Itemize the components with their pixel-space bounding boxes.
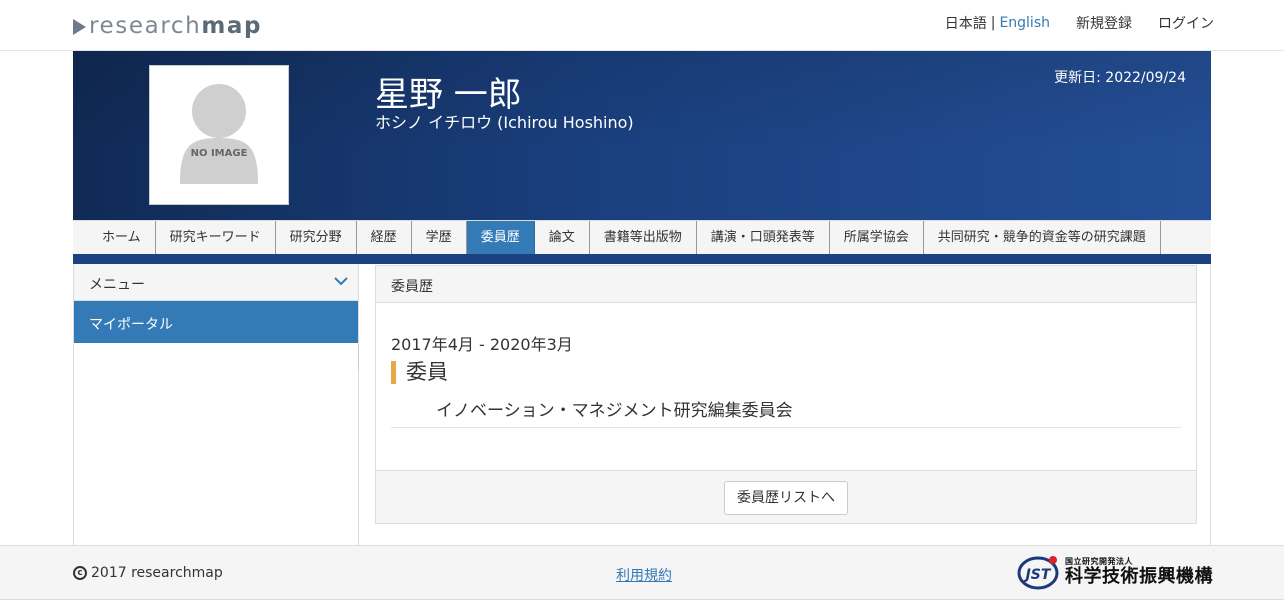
tab-item[interactable]: 論文 [534, 221, 590, 254]
entry-organization: イノベーション・マネジメント研究編集委員会 [436, 401, 793, 421]
tab-item[interactable]: 所属学協会 [829, 221, 924, 254]
tab-underline [73, 254, 1211, 264]
logo-text: research [89, 13, 202, 39]
avatar-placeholder-text: NO IMAGE [191, 148, 248, 159]
logo-play-icon [73, 19, 86, 35]
jst-title: 科学技術振興機構 [1065, 566, 1213, 587]
profile-header: NO IMAGE 星野 一郎 ホシノ イチロウ (Ichirou Hoshino… [73, 51, 1211, 220]
jst-mark-text: JST [1023, 567, 1052, 583]
copyright-icon: c [73, 566, 87, 580]
sidebar: メニュー マイポータル [74, 264, 359, 546]
tab-item[interactable]: 研究キーワード [155, 221, 276, 254]
avatar-placeholder-icon: NO IMAGE [180, 84, 258, 184]
tab-item[interactable]: 書籍等出版物 [589, 221, 697, 254]
tab-bar: ホーム 研究キーワード 研究分野 経歴 学歴 委員歴 論文 書籍等出版物 講演・口頭発表等 所属学… [73, 220, 1211, 254]
menu-toggle[interactable]: メニュー [74, 264, 358, 301]
tab-item[interactable]: 講演・口頭発表等 [696, 221, 830, 254]
copyright-text: 2017 researchmap [91, 565, 223, 581]
avatar: NO IMAGE [149, 65, 289, 205]
chevron-down-icon [334, 277, 348, 286]
lang-en-link[interactable]: English [999, 15, 1050, 31]
terms-link[interactable]: 利用規約 [616, 565, 672, 585]
panel-footer: 委員歴リストへ [376, 470, 1196, 523]
top-links: 日本語 | English 新規登録 ログイン [945, 13, 1214, 33]
panel-title: 委員歴 [391, 279, 433, 295]
lang-separator: | [990, 15, 996, 31]
entry-divider [391, 427, 1181, 428]
tab-item[interactable]: 学歴 [411, 221, 467, 254]
entry-period: 2017年4月 - 2020年3月 [391, 335, 573, 354]
tab-item[interactable]: 共同研究・競争的資金等の研究課題 [923, 221, 1161, 254]
register-link[interactable]: 新規登録 [1076, 13, 1132, 33]
sidebar-item-myportal[interactable]: マイポータル [74, 301, 358, 343]
entry-role: 委員 [391, 361, 448, 384]
lang-ja-link[interactable]: 日本語 [945, 13, 987, 33]
tab-item[interactable]: 委員歴 [466, 221, 535, 254]
tab-item[interactable]: 経歴 [356, 221, 412, 254]
top-bar: researchmap 日本語 | English 新規登録 ログイン [0, 0, 1284, 51]
main-frame: メニュー マイポータル 委員歴 2017年4月 - 2020年3月 委員 イノベ… [73, 264, 1211, 546]
panel-header: 委員歴 [376, 266, 1196, 303]
committee-list-button[interactable]: 委員歴リストへ [724, 481, 848, 515]
tab-item[interactable]: ホーム [88, 221, 156, 254]
copyright: c 2017 researchmap [73, 565, 223, 581]
login-link[interactable]: ログイン [1158, 13, 1214, 33]
committee-panel: 委員歴 2017年4月 - 2020年3月 委員 イノベーション・マネジメント研… [375, 265, 1197, 524]
tab-item[interactable]: 研究分野 [275, 221, 357, 254]
updated-date: 更新日: 2022/09/24 [1054, 70, 1186, 86]
profile-kana: ホシノ イチロウ (Ichirou Hoshino) [375, 113, 634, 132]
jst-logo[interactable]: JST 国立研究開発法人 科学技術振興機構 [1017, 554, 1213, 590]
sidebar-divider [358, 343, 359, 371]
jst-logo-mark-icon: JST [1017, 556, 1059, 590]
tab-list: ホーム 研究キーワード 研究分野 経歴 学歴 委員歴 論文 書籍等出版物 講演・口頭発表等 所属学… [88, 221, 1161, 254]
menu-label: メニュー [89, 277, 145, 293]
logo-text-bold: map [201, 13, 263, 39]
sidebar-item-label: マイポータル [89, 317, 173, 333]
footer: c 2017 researchmap 利用規約 JST 国立研究開発法人 科学技… [0, 545, 1284, 600]
researchmap-logo[interactable]: researchmap [73, 12, 262, 40]
